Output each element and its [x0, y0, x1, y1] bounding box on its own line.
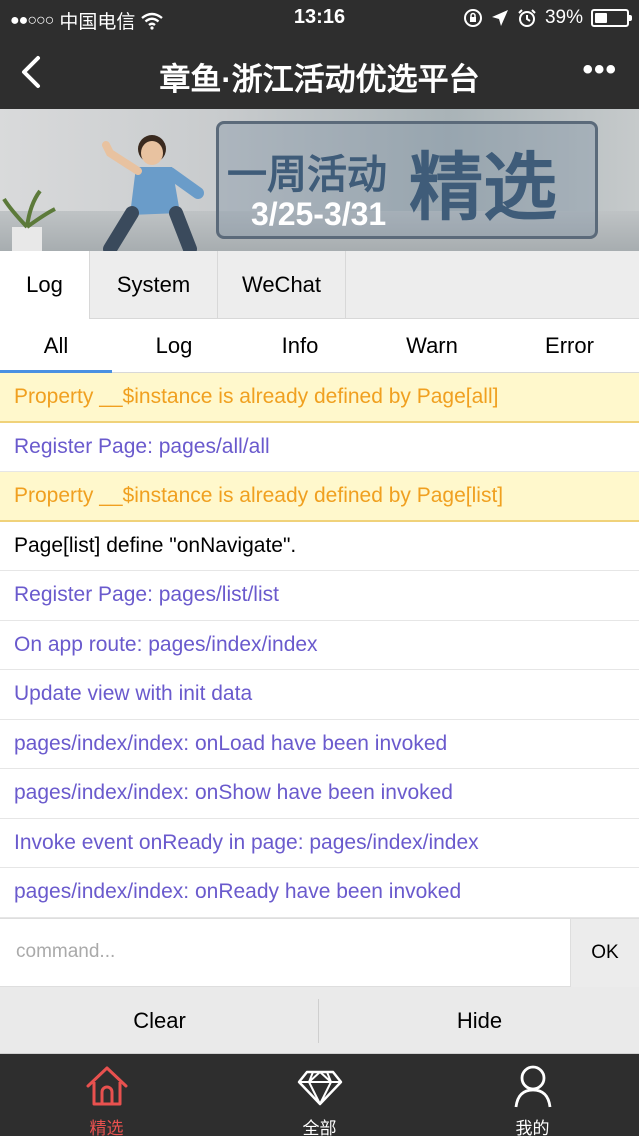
command-input[interactable]: command...	[16, 941, 115, 963]
console-actions: Clear Hide	[0, 987, 639, 1054]
banner-text-small: 一周活动	[227, 151, 387, 198]
filter-tab-log[interactable]: Log	[112, 319, 236, 373]
tab-system[interactable]: System	[90, 251, 218, 319]
diamond-icon	[297, 1070, 343, 1106]
log-entry-warn: Property __$instance is already defined …	[0, 373, 639, 423]
log-entry-info: pages/index/index: onReady have been inv…	[0, 868, 639, 918]
banner-dates: 3/25-3/31	[251, 196, 387, 232]
log-entry-info: pages/index/index: onShow have been invo…	[0, 769, 639, 819]
banner-text-big: 精选	[409, 145, 557, 231]
alarm-icon	[518, 9, 536, 27]
plant-decoration	[2, 189, 56, 251]
promo-banner[interactable]: 一周活动 精选 3/25-3/31	[0, 109, 639, 251]
filter-tab-error[interactable]: Error	[500, 319, 639, 373]
clear-button[interactable]: Clear	[0, 987, 319, 1054]
log-entry-info: Register Page: pages/list/list	[0, 571, 639, 621]
more-menu-icon[interactable]: •••	[582, 55, 617, 85]
log-entry-info: Register Page: pages/all/all	[0, 422, 639, 472]
log-entry-info: Update view with init data	[0, 670, 639, 720]
tab-bar-item-mine[interactable]: 我的	[426, 1054, 639, 1136]
tab-bar-label: 我的	[515, 1119, 550, 1136]
tab-bar-label: 精选	[89, 1119, 124, 1136]
tab-wechat[interactable]: WeChat	[218, 251, 346, 319]
status-bar-right: 39%	[463, 7, 632, 29]
log-entry-info: Invoke event onReady in page: pages/inde…	[0, 818, 639, 868]
bottom-tab-bar: 精选 全部 我的	[0, 1054, 639, 1136]
filter-tab-warn[interactable]: Warn	[364, 319, 500, 373]
tab-bar-label: 全部	[302, 1119, 337, 1136]
banner-card: 一周活动 精选 3/25-3/31	[216, 121, 598, 239]
person-illustration	[102, 135, 204, 251]
tab-bar-item-featured[interactable]: 精选	[0, 1054, 213, 1136]
user-icon	[514, 1065, 552, 1108]
battery-icon	[591, 9, 632, 27]
tab-bar-item-all[interactable]: 全部	[213, 1054, 426, 1136]
navigation-bar: 章鱼·浙江活动优选平台 •••	[0, 36, 639, 109]
tab-log[interactable]: Log	[0, 251, 90, 319]
hide-button[interactable]: Hide	[320, 987, 639, 1054]
console-main-tabs: Log System WeChat	[0, 251, 639, 319]
log-entry-warn: Property __$instance is already defined …	[0, 472, 639, 522]
rotation-lock-icon	[463, 9, 482, 27]
status-bar: ●●○○○ 中国电信 13:16 39%	[0, 0, 639, 36]
battery-percent: 39%	[544, 7, 583, 28]
action-divider	[318, 999, 319, 1043]
filter-tab-all[interactable]: All	[0, 319, 112, 373]
filter-tab-info[interactable]: Info	[236, 319, 364, 373]
page-title: 章鱼·浙江活动优选平台	[159, 62, 480, 97]
log-list: Property __$instance is already defined …	[0, 373, 639, 918]
console-filter-tabs: All Log Info Warn Error	[0, 319, 639, 373]
command-bar: command... OK	[0, 918, 639, 987]
home-icon	[86, 1066, 128, 1106]
log-entry-info: On app route: pages/index/index	[0, 620, 639, 670]
log-entry-info: pages/index/index: onLoad have been invo…	[0, 719, 639, 769]
log-entry-log: Page[list] define "onNavigate".	[0, 521, 639, 571]
ok-button[interactable]: OK	[570, 919, 639, 987]
location-icon	[491, 10, 508, 26]
